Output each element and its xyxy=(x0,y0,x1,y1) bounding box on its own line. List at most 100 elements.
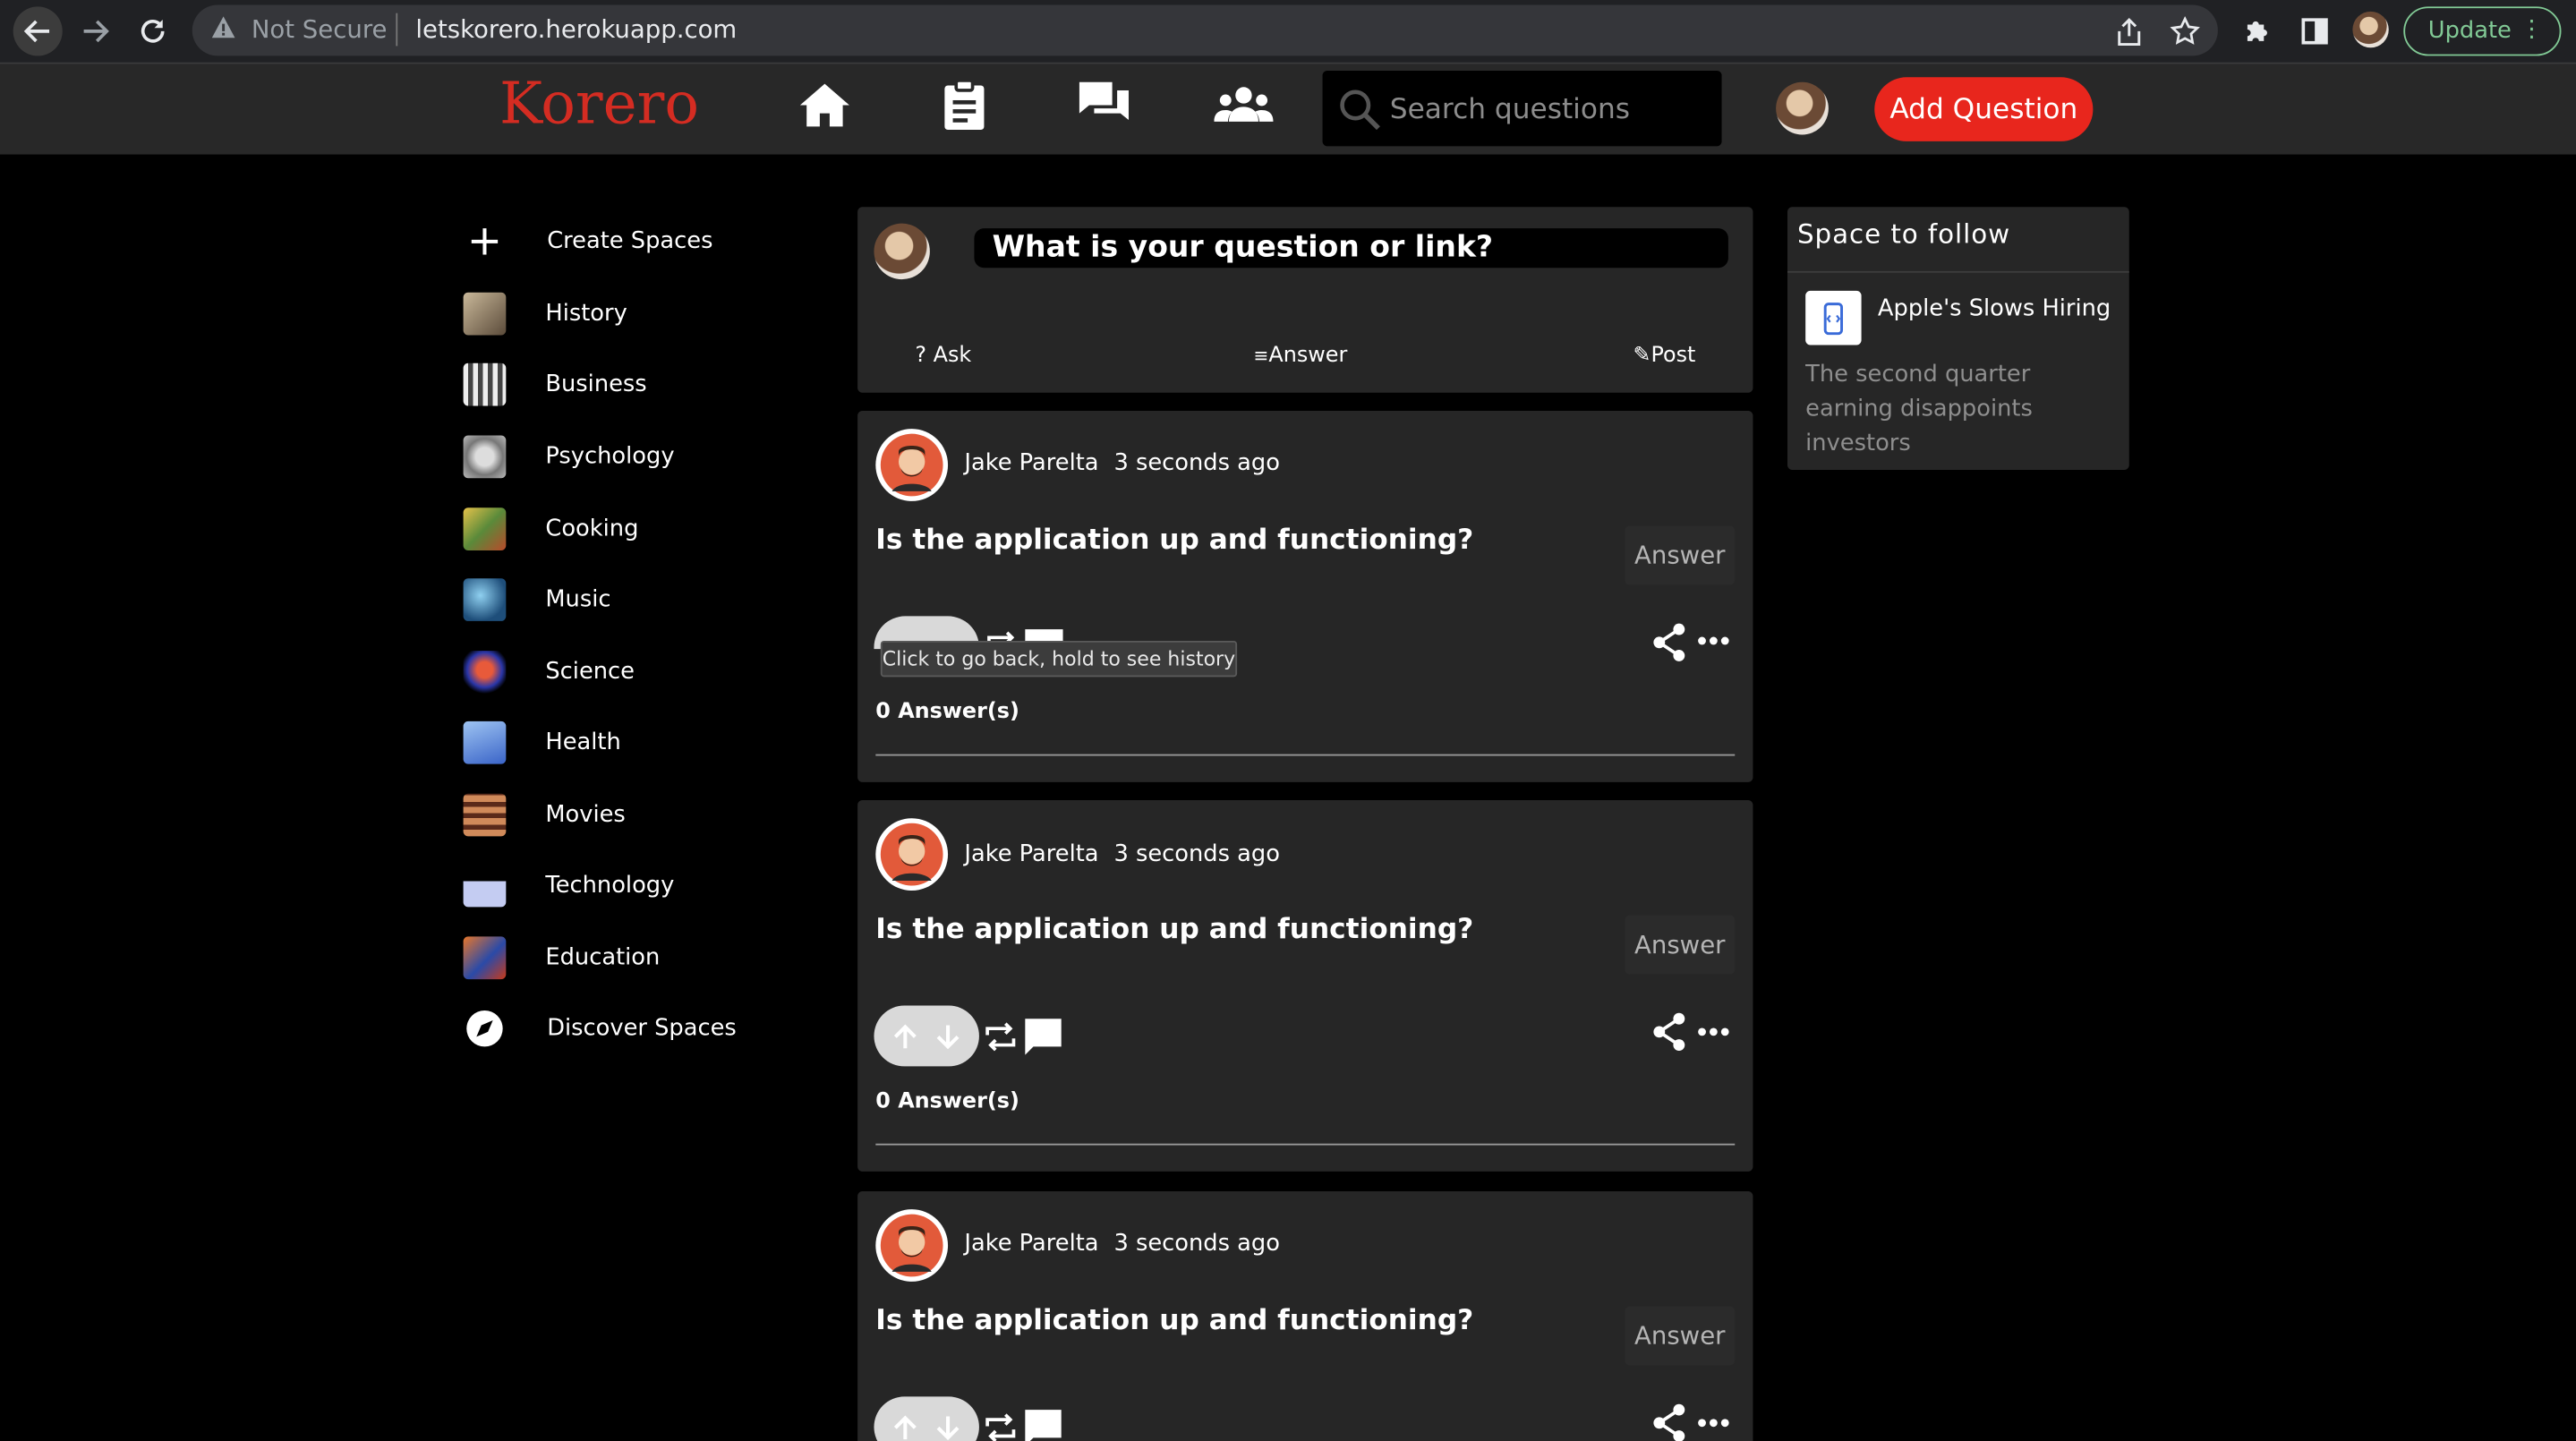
following-button[interactable] xyxy=(934,77,994,132)
puzzle-icon xyxy=(2247,21,2267,41)
sidebar-item-business[interactable]: Business xyxy=(463,355,792,414)
share-icon[interactable] xyxy=(1651,1403,1687,1441)
security-label: Not Secure xyxy=(251,14,388,45)
reload-button[interactable] xyxy=(128,6,177,55)
more-horiz-icon[interactable] xyxy=(1697,1026,1730,1039)
answers-button[interactable] xyxy=(1074,77,1133,132)
share-icon[interactable] xyxy=(1651,1012,1687,1052)
update-button[interactable]: Update ⋮ xyxy=(2403,6,2562,56)
answer-tab[interactable]: ≡Answer xyxy=(1253,344,1347,369)
sidebar-item-label: Health xyxy=(545,729,621,756)
post-author-name[interactable]: Jake Parelta xyxy=(964,841,1098,867)
sidebar-item-education[interactable]: Education xyxy=(463,928,792,987)
phone-code-icon xyxy=(1823,302,1844,335)
logo[interactable]: Korero xyxy=(499,72,699,138)
tooltip: Click to go back, hold to see history xyxy=(880,640,1238,678)
sidebar-item-label: Science xyxy=(545,659,635,686)
post-author-avatar[interactable] xyxy=(875,1209,949,1282)
post-author-name[interactable]: Jake Parelta xyxy=(964,450,1098,476)
star-icon xyxy=(2170,16,2200,45)
sidebar-item-technology[interactable]: Technology xyxy=(463,856,792,915)
sidebar-item-label: Movies xyxy=(545,801,626,829)
post-author-avatar[interactable] xyxy=(875,429,949,501)
history-thumb-icon xyxy=(463,292,507,336)
upvote-icon[interactable] xyxy=(891,1021,920,1051)
man-avatar-icon xyxy=(880,823,943,886)
spaces-button[interactable] xyxy=(1214,77,1274,132)
url-text[interactable]: letskorero.herokuapp.com xyxy=(415,15,737,45)
clipboard-icon xyxy=(944,79,985,131)
sidebar-item-discover-spaces[interactable]: Discover Spaces xyxy=(464,999,792,1058)
panel-title: Space to follow xyxy=(1796,218,2011,251)
comment-icon[interactable] xyxy=(1023,1017,1062,1056)
sidebar-item-label: Psychology xyxy=(545,443,675,471)
repost-icon[interactable] xyxy=(983,1019,1019,1054)
sidebar-item-create-spaces[interactable]: Create Spaces xyxy=(464,212,792,271)
back-button[interactable] xyxy=(13,6,63,56)
more-horiz-icon[interactable] xyxy=(1697,1416,1730,1429)
extensions-button[interactable] xyxy=(2239,13,2275,49)
answer-count: 0 Answer(s) xyxy=(875,700,1019,725)
space-description: The second quarter earning disappoints i… xyxy=(1805,361,2033,457)
question-title[interactable]: Is the application up and functioning? xyxy=(875,524,1473,558)
side-panel-button[interactable] xyxy=(2297,13,2333,49)
home-button[interactable] xyxy=(795,77,854,132)
comment-icon[interactable] xyxy=(1023,1408,1062,1441)
answer-button[interactable]: Answer xyxy=(1625,525,1736,585)
sidebar-item-psychology[interactable]: Psychology xyxy=(463,427,792,486)
post-tab[interactable]: ✎Post xyxy=(1633,344,1695,369)
warning-icon xyxy=(211,16,235,38)
people-icon xyxy=(1214,87,1274,122)
vote-pill xyxy=(874,1396,979,1441)
answer-button[interactable]: Answer xyxy=(1625,1306,1736,1366)
repost-icon[interactable] xyxy=(983,1410,1019,1441)
share-page-button[interactable] xyxy=(2111,13,2147,49)
sidebar-item-music[interactable]: Music xyxy=(463,570,792,629)
home-icon xyxy=(799,83,849,127)
answer-button[interactable]: Answer xyxy=(1625,915,1736,975)
search-icon xyxy=(1340,90,1380,131)
sidebar-item-label: Business xyxy=(545,371,647,398)
space-thumbnail[interactable] xyxy=(1805,290,1862,345)
sidebar-item-cooking[interactable]: Cooking xyxy=(463,499,792,558)
sidebar-item-history[interactable]: History xyxy=(463,285,792,344)
sidebar-item-science[interactable]: Science xyxy=(463,643,792,702)
answer-label: Answer xyxy=(1268,343,1348,369)
post-label: Post xyxy=(1651,343,1696,369)
bookmark-button[interactable] xyxy=(2167,13,2203,49)
side-panel-icon xyxy=(2301,18,2328,45)
profile-avatar[interactable] xyxy=(2352,11,2389,48)
downvote-icon[interactable] xyxy=(934,1412,963,1441)
space-name[interactable]: Apple's Slows Hiring xyxy=(1878,295,2111,321)
post-author-avatar[interactable] xyxy=(875,818,949,891)
panel-divider xyxy=(1787,270,2129,273)
sidebar-item-health[interactable]: Health xyxy=(463,713,792,772)
science-thumb-icon xyxy=(463,650,507,694)
question-title[interactable]: Is the application up and functioning? xyxy=(875,914,1473,947)
movies-thumb-icon xyxy=(463,793,507,837)
answer-count: 0 Answer(s) xyxy=(875,1089,1019,1114)
add-question-button[interactable]: Add Question xyxy=(1874,77,2094,141)
search-input[interactable] xyxy=(1389,90,1702,131)
card-divider xyxy=(875,754,1736,756)
ask-input[interactable]: What is your question or link? xyxy=(974,228,1728,269)
man-avatar-icon xyxy=(880,1214,943,1277)
health-thumb-icon xyxy=(463,720,507,764)
question-mark-icon: ? xyxy=(915,343,934,369)
question-title[interactable]: Is the application up and functioning? xyxy=(875,1305,1473,1338)
share-icon[interactable] xyxy=(1651,623,1687,662)
post-timestamp: 3 seconds ago xyxy=(1113,450,1280,477)
upvote-icon[interactable] xyxy=(891,1412,920,1441)
more-horiz-icon[interactable] xyxy=(1697,635,1730,648)
user-avatar[interactable] xyxy=(1776,81,1829,135)
ask-label: Ask xyxy=(933,343,972,369)
update-label: Update xyxy=(2427,18,2512,45)
pencil-icon: ✎ xyxy=(1633,343,1651,369)
ask-tab[interactable]: ? Ask xyxy=(915,344,971,369)
post-author-name[interactable]: Jake Parelta xyxy=(964,1231,1098,1257)
downvote-icon[interactable] xyxy=(934,1021,963,1051)
sidebar-item-label: History xyxy=(545,300,627,328)
education-thumb-icon xyxy=(463,936,507,980)
forward-button[interactable] xyxy=(71,6,120,55)
sidebar-item-movies[interactable]: Movies xyxy=(463,786,792,845)
